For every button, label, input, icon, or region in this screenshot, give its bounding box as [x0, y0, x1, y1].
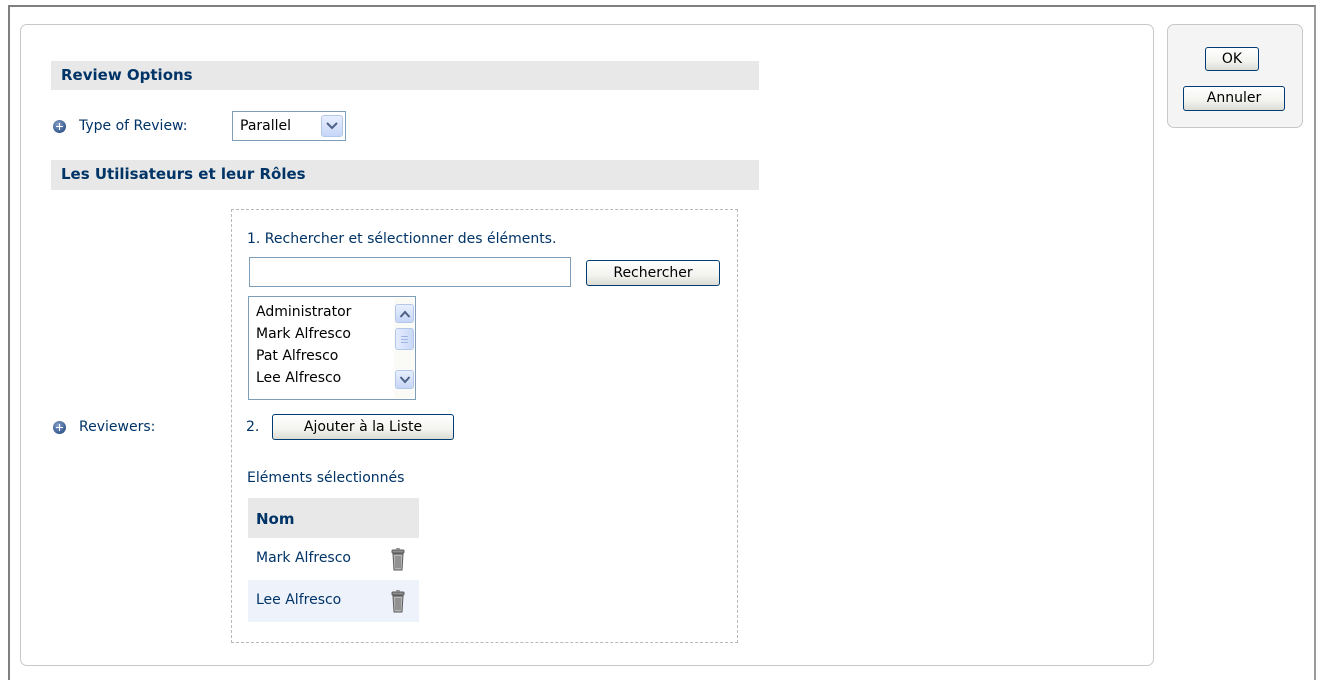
available-user-item[interactable]: Lee Alfresco	[256, 370, 341, 386]
scroll-down-button[interactable]	[395, 370, 414, 389]
scroll-thumb[interactable]	[395, 328, 414, 350]
selected-reviewer-name: Lee Alfresco	[256, 592, 342, 608]
chevron-up-icon	[399, 310, 410, 318]
available-user-item[interactable]: Mark Alfresco	[256, 326, 351, 342]
blue-plus-bullet-icon	[53, 421, 66, 434]
chevron-down-icon	[399, 375, 410, 383]
reviewer-search-input[interactable]	[249, 257, 571, 287]
review-options-header: Review Options	[51, 61, 759, 90]
available-user-item[interactable]: Administrator	[256, 304, 351, 320]
blue-plus-bullet-icon	[53, 120, 66, 133]
actions-panel: OK Annuler	[1167, 24, 1303, 128]
type-of-review-label: Type of Review:	[79, 118, 188, 134]
add-step-number: 2.	[246, 419, 260, 435]
search-step-label: 1. Rechercher et sélectionner des élémen…	[247, 231, 557, 247]
selected-reviewers-table: Nom Mark Alfresco Lee Alfresco	[248, 498, 419, 626]
type-of-review-value: Parallel	[240, 118, 292, 134]
trash-icon[interactable]	[389, 588, 407, 614]
table-row: Lee Alfresco	[248, 580, 419, 622]
ajouter-a-la-liste-button[interactable]: Ajouter à la Liste	[272, 414, 454, 440]
type-of-review-select[interactable]: Parallel	[232, 111, 346, 141]
name-column-header: Nom	[248, 498, 419, 538]
selected-reviewer-name: Mark Alfresco	[256, 550, 351, 566]
trash-icon[interactable]	[389, 546, 407, 572]
available-users-listbox[interactable]: Administrator Mark Alfresco Pat Alfresco…	[248, 296, 416, 400]
reviewers-label: Reviewers:	[79, 419, 156, 435]
rechercher-button[interactable]: Rechercher	[586, 260, 720, 286]
scroll-up-button[interactable]	[395, 304, 414, 323]
listbox-scrollbar[interactable]	[394, 298, 414, 398]
available-user-item[interactable]: Pat Alfresco	[256, 348, 338, 364]
chevron-down-icon	[326, 122, 338, 130]
table-row: Mark Alfresco	[248, 538, 419, 580]
dropdown-arrow-button[interactable]	[321, 115, 343, 137]
main-panel: Review Options Type of Review: Parallel …	[20, 24, 1154, 666]
ok-button[interactable]: OK	[1205, 47, 1259, 71]
users-roles-header: Les Utilisateurs et leur Rôles	[51, 160, 759, 190]
selected-items-label: Eléments sélectionnés	[247, 470, 405, 486]
annuler-button[interactable]: Annuler	[1183, 86, 1285, 111]
